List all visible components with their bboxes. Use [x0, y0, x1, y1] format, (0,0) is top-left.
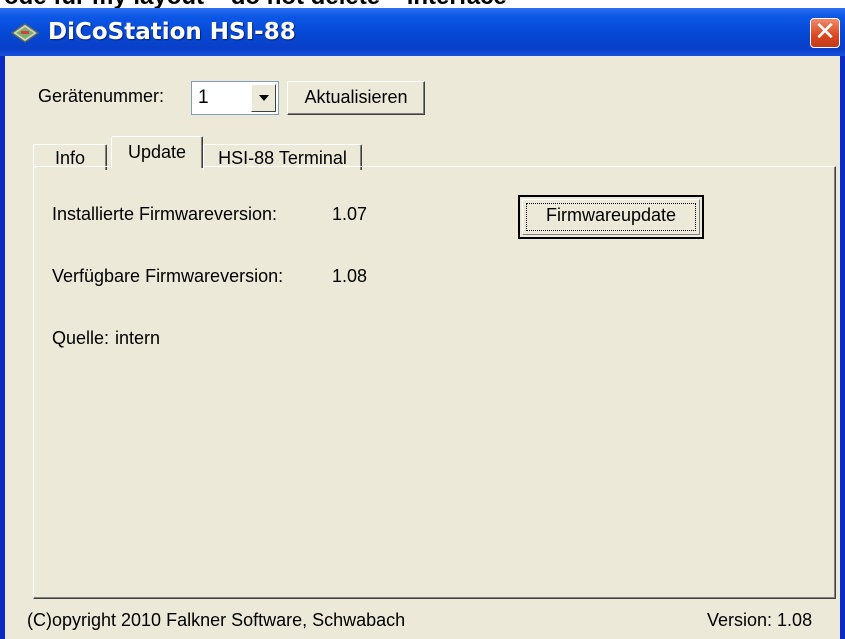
available-firmware-value: 1.08 — [332, 266, 368, 286]
device-number-select[interactable]: 1 — [191, 81, 279, 115]
installed-firmware-label: Installierte Firmwareversion: — [52, 204, 278, 224]
monitor-icon — [10, 23, 40, 43]
installed-firmware-value: 1.07 — [332, 204, 368, 224]
close-icon[interactable]: ✕ — [810, 18, 840, 48]
device-number-value: 1 — [198, 87, 209, 108]
device-number-label: Gerätenummer: — [38, 86, 165, 106]
available-firmware-label: Verfügbare Firmwareversion: — [52, 266, 284, 286]
refresh-button[interactable]: Aktualisieren — [287, 81, 425, 115]
tab-update[interactable]: Update — [111, 136, 203, 168]
update-tab-panel — [33, 166, 836, 599]
source-label: Quelle: — [52, 328, 110, 348]
title-bar[interactable]: DiCoStation HSI-88 ✕ — [0, 8, 845, 56]
firmware-update-button[interactable]: Firmwareupdate — [518, 195, 704, 239]
version-text: Version: 1.08 — [707, 610, 813, 630]
client-area: Gerätenummer: 1 Aktualisieren Info Updat… — [5, 56, 840, 639]
app-window: DiCoStation HSI-88 ✕ Gerätenummer: 1 Akt… — [0, 8, 845, 639]
window-title: DiCoStation HSI-88 — [48, 19, 296, 45]
source-value: intern — [115, 328, 161, 348]
firmware-update-label: Firmwareupdate — [545, 205, 677, 225]
copyright-text: (C)opyright 2010 Falkner Software, Schwa… — [27, 610, 406, 630]
cropped-caption: ode für my layout – do not delete – inte… — [0, 0, 845, 8]
chevron-down-icon[interactable] — [251, 84, 276, 112]
